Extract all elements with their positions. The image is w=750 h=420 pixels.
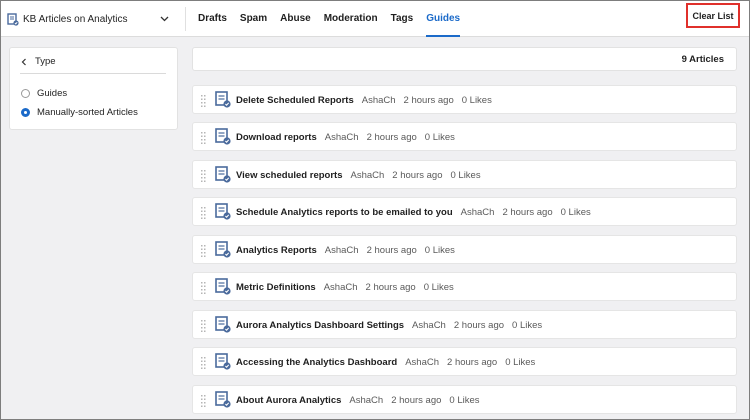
drag-handle-icon[interactable] [201,132,206,144]
article-check-icon [215,316,231,333]
article-author[interactable]: AshaCh [325,245,359,256]
article-time: 2 hours ago [366,245,417,256]
list-item[interactable]: Accessing the Analytics Dashboard AshaCh 2… [192,347,737,376]
list-item[interactable]: Download reports AshaCh 2 hours ago 0 Likes [192,122,737,151]
article-likes: 0 Likes [423,282,454,293]
article-meta: Metric Definitions AshaCh 2 hours ago 0 Lik… [236,273,462,302]
tab-moderation[interactable]: Moderation [324,1,378,37]
tab-abuse[interactable]: Abuse [280,1,311,37]
article-time: 2 hours ago [392,170,443,181]
article-time: 2 hours ago [403,95,454,106]
list-item[interactable]: About Aurora Analytics AshaCh 2 hours ago 0… [192,385,737,414]
article-time: 2 hours ago [453,320,505,331]
article-author[interactable]: AshaCh [461,207,495,218]
article-time: 2 hours ago [391,395,442,406]
article-author[interactable]: AshaCh [324,282,358,293]
list-item[interactable]: View scheduled reports AshaCh 2 hours ago 0… [192,160,737,189]
drag-handle-icon[interactable] [201,245,206,257]
tab-tags[interactable]: Tags [391,1,414,37]
type-filter-panel: Type Guides Manually-sorted Articles [9,47,178,130]
top-bar: KB Articles on Analytics Drafts Spam Abu… [1,1,749,37]
article-author[interactable]: AshaCh [412,320,446,331]
article-title[interactable]: About Aurora Analytics [236,395,341,406]
article-count: 9 Articles [681,54,724,65]
article-author[interactable]: AshaCh [325,132,359,143]
article-meta: Analytics Reports AshaCh 2 hours ago 0 Like… [236,236,463,265]
radio-guides[interactable]: Guides [21,88,67,99]
article-likes: 0 Likes [449,395,480,406]
article-check-icon [215,166,231,183]
article-title[interactable]: Metric Definitions [236,282,316,293]
article-meta: View scheduled reports AshaCh 2 hours ago 0… [236,161,489,190]
kb-articles-icon [7,12,19,26]
article-meta: Aurora Analytics Dashboard Settings AshaC… [236,311,550,340]
article-check-icon [215,91,231,108]
article-likes: 0 Likes [450,170,481,181]
article-check-icon [215,391,231,408]
article-title[interactable]: Delete Scheduled Reports [236,95,354,106]
list-item[interactable]: Metric Definitions AshaCh 2 hours ago 0 Lik… [192,272,737,301]
type-filter-header[interactable]: Type [20,56,166,74]
tab-drafts[interactable]: Drafts [198,1,227,37]
kb-title: KB Articles on Analytics [23,13,128,25]
drag-handle-icon[interactable] [201,170,206,182]
article-likes: 0 Likes [560,207,591,218]
drag-handle-icon[interactable] [201,357,206,369]
article-meta: About Aurora Analytics AshaCh 2 hours ago 0… [236,386,488,415]
radio-button[interactable] [21,89,30,98]
article-author[interactable]: AshaCh [349,395,383,406]
article-author[interactable]: AshaCh [350,170,384,181]
type-filter-title: Type [35,56,56,67]
article-count-bar: 9 Articles [192,47,737,71]
article-meta: Download reports AshaCh 2 hours ago 0 Likes [236,123,463,152]
article-check-icon [215,353,231,370]
radio-label: Guides [37,88,68,99]
drag-handle-icon[interactable] [201,395,206,407]
article-check-icon [215,128,231,145]
chevron-left-icon [21,58,26,65]
article-check-icon [215,241,231,258]
article-title[interactable]: Accessing the Analytics Dashboard [236,357,397,368]
article-author[interactable]: AshaCh [405,357,439,368]
article-time: 2 hours ago [502,207,553,218]
article-title[interactable]: Download reports [236,132,317,143]
tab-spam[interactable]: Spam [240,1,267,37]
article-title[interactable]: View scheduled reports [236,170,342,181]
drag-handle-icon[interactable] [201,207,206,219]
article-time: 2 hours ago [366,132,417,143]
article-likes: 0 Likes [512,320,543,331]
list-item[interactable]: Aurora Analytics Dashboard Settings AshaC… [192,310,737,339]
article-likes: 0 Likes [424,245,455,256]
chevron-down-icon [160,16,169,22]
article-title[interactable]: Schedule Analytics reports to be emailed… [236,207,453,218]
list-item[interactable]: Analytics Reports AshaCh 2 hours ago 0 Like… [192,235,737,264]
article-time: 2 hours ago [365,282,416,293]
header-divider [185,7,186,31]
article-meta: Accessing the Analytics Dashboard AshaCh 2… [236,348,543,377]
clear-list-button[interactable]: Clear List [686,3,740,28]
radio-label: Manually-sorted Articles [37,107,138,118]
tab-guides[interactable]: Guides [426,1,460,37]
article-time: 2 hours ago [447,357,498,368]
kb-selector[interactable]: KB Articles on Analytics [7,1,183,37]
radio-button[interactable] [21,108,30,117]
article-check-icon [215,203,231,220]
article-title[interactable]: Analytics Reports [236,245,317,256]
drag-handle-icon[interactable] [201,320,206,332]
article-meta: Schedule Analytics reports to be emailed… [236,198,599,227]
article-likes: 0 Likes [424,132,455,143]
article-likes: 0 Likes [461,95,492,106]
drag-handle-icon[interactable] [201,282,206,294]
article-check-icon [215,278,231,295]
article-likes: 0 Likes [505,357,536,368]
list-item[interactable]: Delete Scheduled Reports AshaCh 2 hours ag… [192,85,737,114]
moderation-tabs: Drafts Spam Abuse Moderation Tags Guides [198,1,473,37]
article-title[interactable]: Aurora Analytics Dashboard Settings [236,320,404,331]
article-meta: Delete Scheduled Reports AshaCh 2 hours ag… [236,86,500,115]
radio-manually-sorted[interactable]: Manually-sorted Articles [21,107,138,118]
drag-handle-icon[interactable] [201,95,206,107]
article-author[interactable]: AshaCh [362,95,396,106]
list-item[interactable]: Schedule Analytics reports to be emailed… [192,197,737,226]
